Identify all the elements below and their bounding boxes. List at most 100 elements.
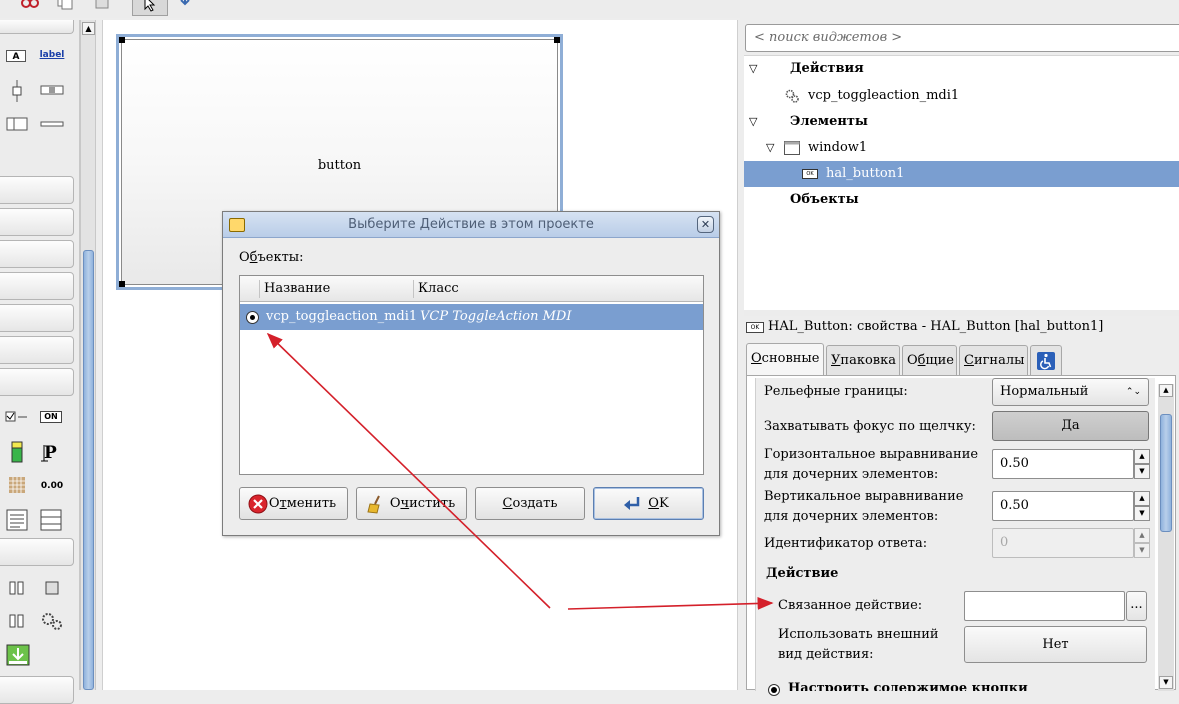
tab-general[interactable]: Основные xyxy=(746,343,824,376)
configure-content-radio[interactable] xyxy=(768,684,780,696)
focus-toggle-button[interactable]: Да xyxy=(992,411,1149,441)
column-divider xyxy=(413,280,414,298)
palette-scrollbar[interactable]: ▲ xyxy=(80,20,96,690)
paste-icon[interactable] xyxy=(92,0,112,10)
expander-down-icon[interactable]: ▽ xyxy=(749,56,757,82)
scroll-down-icon[interactable]: ▼ xyxy=(1159,676,1173,689)
tree-row-elements[interactable]: ▽ Элементы xyxy=(744,109,1179,135)
label-widget-icon[interactable]: label xyxy=(38,49,66,61)
relief-combobox[interactable]: Нормальный ⌃⌄ xyxy=(992,378,1149,406)
tab-accessibility[interactable] xyxy=(1030,345,1062,375)
expander-down-icon[interactable]: ▽ xyxy=(766,135,774,161)
scroll-up-icon[interactable]: ▲ xyxy=(1159,384,1173,397)
download-widget-icon[interactable] xyxy=(6,644,30,666)
table-row[interactable]: vcp_toggleaction_mdi1 VCP ToggleAction M… xyxy=(240,304,703,330)
led-bar-widget-icon[interactable] xyxy=(10,441,24,463)
toggle-on-widget-icon[interactable]: ON xyxy=(40,411,62,423)
palette-group-button[interactable] xyxy=(0,240,74,268)
cancel-button[interactable]: Отменить xyxy=(239,487,348,520)
palette-group-button[interactable] xyxy=(0,176,74,204)
resize-handle[interactable] xyxy=(554,37,560,43)
clear-button[interactable]: Очистить xyxy=(356,487,467,520)
close-icon[interactable]: ✕ xyxy=(697,216,714,233)
frame-widget-icon[interactable] xyxy=(44,580,60,596)
copy-icon[interactable] xyxy=(55,0,75,10)
palette-group-button[interactable] xyxy=(0,20,74,34)
column-header-name[interactable]: Название xyxy=(264,276,330,302)
button-mnemonic: С xyxy=(502,496,513,511)
tree-item-label: window1 xyxy=(808,140,868,155)
palette-group-button[interactable] xyxy=(0,538,74,566)
spin-down-icon[interactable]: ▼ xyxy=(1134,506,1150,521)
text-entry-widget-icon[interactable]: A xyxy=(6,50,26,62)
hseparator-widget-icon[interactable] xyxy=(40,120,64,128)
related-action-input[interactable] xyxy=(964,591,1125,621)
widget-search-input[interactable]: < поиск виджетов > xyxy=(745,24,1179,52)
hscale-widget-icon[interactable] xyxy=(40,83,64,97)
halign-spin-input[interactable]: 0.50 xyxy=(992,449,1134,479)
tree-row-hal-button[interactable]: OK hal_button1 xyxy=(744,161,1179,187)
scrollbar-thumb[interactable] xyxy=(1160,414,1172,532)
use-appearance-label-line1: Использовать внешний xyxy=(778,627,939,642)
palette-group-button[interactable] xyxy=(0,304,74,332)
properties-scrollbar[interactable]: ▲ ▼ xyxy=(1158,384,1174,691)
resize-handle[interactable] xyxy=(119,37,125,43)
spin-up-icon[interactable]: ▲ xyxy=(1134,449,1150,464)
spin-up-icon[interactable]: ▲ xyxy=(1134,491,1150,506)
table-widget-icon[interactable] xyxy=(40,509,62,531)
text-view-widget-icon[interactable] xyxy=(6,509,28,531)
drag-resize-icon[interactable] xyxy=(175,0,195,10)
tree-row-window[interactable]: ▽ window1 xyxy=(744,135,1179,161)
grid-widget-icon[interactable] xyxy=(8,476,26,494)
gears-widget-icon[interactable] xyxy=(40,610,64,632)
related-action-browse-button[interactable]: ... xyxy=(1126,591,1147,621)
response-spin-buttons: ▲ ▼ xyxy=(1134,528,1150,558)
dialog-title: Выберите Действие в этом проекте xyxy=(348,217,594,232)
resize-handle[interactable] xyxy=(119,281,125,287)
svg-text:P: P xyxy=(44,443,57,463)
ok-button[interactable]: OK xyxy=(593,487,704,520)
action-gears-icon xyxy=(785,89,799,103)
tab-mnemonic: б xyxy=(917,353,926,368)
use-appearance-toggle-button[interactable]: Нет xyxy=(964,626,1147,663)
palette-group-button[interactable] xyxy=(0,208,74,236)
column-header-class[interactable]: Класс xyxy=(418,276,459,302)
tree-row-actions[interactable]: ▽ Действия xyxy=(744,56,1179,82)
objects-list[interactable]: Название Класс vcp_toggleaction_mdi1 VCP… xyxy=(239,275,704,475)
broom-icon xyxy=(367,495,380,514)
scrollbar-thumb[interactable] xyxy=(83,250,94,690)
tree-row-objects[interactable]: Объекты xyxy=(744,187,1179,213)
pane-splitter[interactable] xyxy=(744,310,1179,316)
row-radio[interactable] xyxy=(246,311,259,324)
column-divider xyxy=(259,280,260,298)
expander-down-icon[interactable]: ▽ xyxy=(749,109,757,135)
tab-signals[interactable]: Сигналы xyxy=(959,345,1028,375)
checkbutton-widget-icon[interactable] xyxy=(5,411,29,423)
hpane-widget-icon[interactable] xyxy=(6,117,28,131)
hal-pin-widget-icon[interactable]: P xyxy=(40,441,64,463)
palette-group-button[interactable] xyxy=(0,272,74,300)
hbox-widget-icon[interactable] xyxy=(8,580,26,596)
vbox-widget-icon[interactable] xyxy=(8,613,26,629)
create-button[interactable]: Создать xyxy=(475,487,585,520)
button-ok-icon: OK xyxy=(802,169,818,179)
glasses-icon[interactable] xyxy=(20,0,40,10)
tab-packing[interactable]: Упаковка xyxy=(826,345,900,375)
scroll-up-icon[interactable]: ▲ xyxy=(82,22,95,35)
response-id-label: Идентификатор ответа: xyxy=(764,536,928,551)
tree-row-action-item[interactable]: vcp_toggleaction_mdi1 xyxy=(744,83,1179,109)
button-mnemonic: O xyxy=(648,496,659,511)
palette-group-button[interactable] xyxy=(0,676,74,704)
palette-group-button[interactable] xyxy=(0,368,74,396)
dialog-titlebar[interactable]: Выберите Действие в этом проекте ✕ xyxy=(223,212,719,238)
palette-group-button[interactable] xyxy=(0,336,74,364)
vscale-widget-icon[interactable] xyxy=(10,80,24,102)
valign-label-line2: для дочерних элементов: xyxy=(764,509,939,524)
select-tool-button[interactable] xyxy=(132,0,168,16)
valign-spin-buttons[interactable]: ▲ ▼ xyxy=(1134,491,1150,521)
spin-down-icon[interactable]: ▼ xyxy=(1134,464,1150,479)
spin-value-widget-icon[interactable]: 0.00 xyxy=(38,480,66,492)
halign-spin-buttons[interactable]: ▲ ▼ xyxy=(1134,449,1150,479)
tab-common[interactable]: Общие xyxy=(902,345,957,375)
valign-spin-input[interactable]: 0.50 xyxy=(992,491,1134,521)
